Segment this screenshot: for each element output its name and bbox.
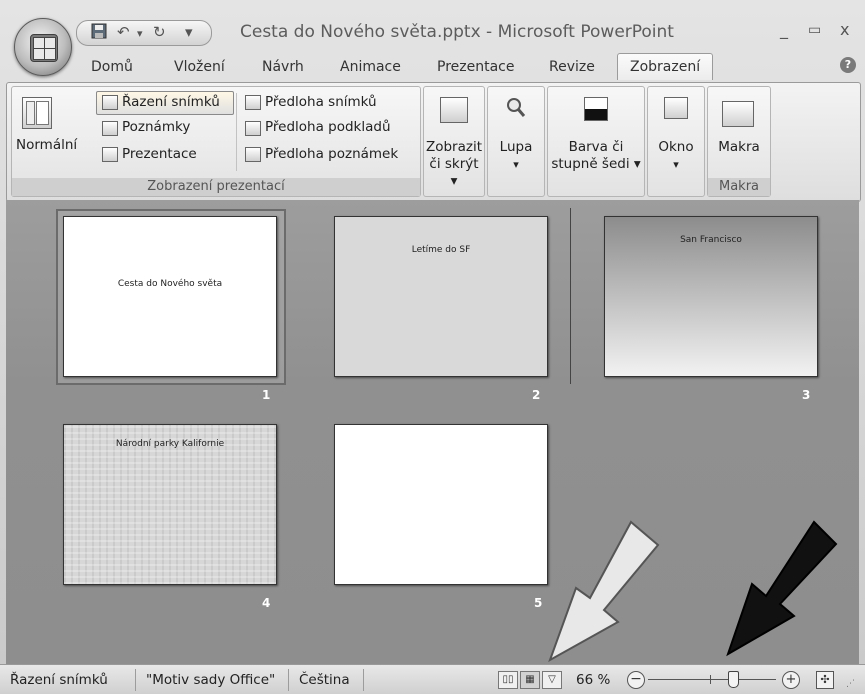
color-line2[interactable]: stupně šedi ▾ <box>548 156 644 173</box>
zoom-dropdown-icon[interactable]: ▾ <box>488 156 544 173</box>
macros-icon[interactable] <box>722 101 754 127</box>
normal-view-status-icon[interactable]: ▯▯ <box>498 671 518 689</box>
status-view-name: Řazení snímků <box>10 672 108 688</box>
zoom-slider-thumb[interactable] <box>728 671 739 688</box>
maximize-button[interactable]: ▭ <box>808 22 821 38</box>
group-label-macros: Makra <box>708 178 770 196</box>
grayscale-icon[interactable] <box>584 97 608 121</box>
window-icon[interactable] <box>664 97 688 119</box>
show-hide-line1[interactable]: Zobrazit <box>424 139 484 156</box>
group-macros: Makra Makra <box>707 86 771 197</box>
zoom-in-icon[interactable]: + <box>782 671 800 689</box>
white-arrow-icon <box>548 520 660 663</box>
group-presentation-views: Normální Řazení snímků Poznámky Prezenta… <box>11 86 421 197</box>
minimize-button[interactable]: _ <box>780 20 788 39</box>
office-button[interactable] <box>14 18 72 76</box>
slideshow-status-icon[interactable]: ▽ <box>542 671 562 689</box>
undo-icon[interactable]: ↶ <box>117 23 130 41</box>
save-icon[interactable] <box>91 23 107 43</box>
tab-design[interactable]: Návrh <box>262 59 304 75</box>
window-title: Cesta do Nového světa.pptx - Microsoft P… <box>240 22 674 42</box>
show-hide-icon[interactable] <box>440 97 468 123</box>
slide-sorter-workspace: Cesta do Nového světa 1 Letíme do SF 2 S… <box>6 200 859 664</box>
notes-master-label[interactable]: Předloha poznámek <box>265 146 398 162</box>
handout-master-icon <box>245 121 261 136</box>
notes-master-icon <box>245 147 261 162</box>
powerpoint-window: ↶ ▾ ↻ ▾ Cesta do Nového světa.pptx - Mic… <box>0 0 865 694</box>
slideshow-icon <box>102 147 118 162</box>
zoom-out-icon[interactable]: − <box>627 671 645 689</box>
status-separator <box>288 669 289 691</box>
fit-to-window-icon[interactable]: ✣ <box>816 671 834 689</box>
ribbon-tabs: Domů Vložení Návrh Animace Prezentace Re… <box>0 53 865 83</box>
window-label[interactable]: Okno <box>648 139 704 156</box>
annotation-arrows <box>548 520 838 663</box>
group-zoom: Lupa ▾ <box>487 86 545 197</box>
tab-home[interactable]: Domů <box>91 59 133 75</box>
slide-master-label[interactable]: Předloha snímků <box>265 94 377 110</box>
resize-grip-icon[interactable]: ⋰ <box>846 679 855 689</box>
ribbon: Normální Řazení snímků Poznámky Prezenta… <box>6 82 861 202</box>
zoom-icon[interactable] <box>506 97 526 117</box>
group-show-hide: Zobrazit či skrýt ▾ <box>423 86 485 197</box>
normal-view-icon[interactable] <box>22 97 52 129</box>
black-arrow-icon <box>726 520 838 657</box>
zoom-label[interactable]: Lupa <box>488 139 544 156</box>
zoom-level[interactable]: 66 % <box>576 672 610 688</box>
customize-toolbar-icon[interactable]: ▾ <box>185 23 193 41</box>
color-line1[interactable]: Barva či <box>548 139 644 156</box>
tab-view[interactable]: Zobrazení <box>617 53 714 80</box>
notes-page-label[interactable]: Poznámky <box>122 119 190 135</box>
group-window: Okno ▾ <box>647 86 705 197</box>
status-language[interactable]: Čeština <box>299 672 350 688</box>
group-separator <box>236 93 237 171</box>
handout-master-label[interactable]: Předloha podkladů <box>265 119 391 135</box>
slide-sorter-status-icon[interactable]: ▦ <box>520 671 540 689</box>
status-bar: Řazení snímků "Motiv sady Office" Češtin… <box>0 664 865 694</box>
zoom-slider-center-tick <box>710 675 711 684</box>
slide-master-icon <box>245 95 261 110</box>
close-button[interactable]: x <box>840 20 849 39</box>
macros-button-label[interactable]: Makra <box>708 139 770 156</box>
quick-access-toolbar: ↶ ▾ ↻ ▾ <box>76 20 212 46</box>
show-hide-line2[interactable]: či skrýt ▾ <box>424 156 484 190</box>
status-separator <box>363 669 364 691</box>
group-color: Barva či stupně šedi ▾ <box>547 86 645 197</box>
slide-sorter-icon <box>102 95 118 110</box>
help-icon[interactable]: ? <box>840 57 856 73</box>
title-bar: ↶ ▾ ↻ ▾ Cesta do Nového světa.pptx - Mic… <box>0 0 865 76</box>
tab-insert[interactable]: Vložení <box>174 59 225 75</box>
slide-sorter-label[interactable]: Řazení snímků <box>122 94 220 110</box>
status-theme-name[interactable]: "Motiv sady Office" <box>146 672 275 688</box>
tab-slideshow[interactable]: Prezentace <box>437 59 514 75</box>
group-label-presentation-views: Zobrazení prezentací <box>12 178 420 196</box>
slideshow-label[interactable]: Prezentace <box>122 146 197 162</box>
redo-icon[interactable]: ↻ <box>153 23 166 41</box>
tab-animations[interactable]: Animace <box>340 59 401 75</box>
normal-view-label[interactable]: Normální <box>16 137 77 153</box>
office-logo-icon <box>30 34 58 62</box>
window-dropdown-icon[interactable]: ▾ <box>648 156 704 173</box>
notes-page-icon <box>102 121 118 136</box>
tab-review[interactable]: Revize <box>549 59 595 75</box>
undo-dropdown-icon[interactable]: ▾ <box>137 27 143 40</box>
status-separator <box>135 669 136 691</box>
zoom-slider-track[interactable] <box>648 679 776 680</box>
